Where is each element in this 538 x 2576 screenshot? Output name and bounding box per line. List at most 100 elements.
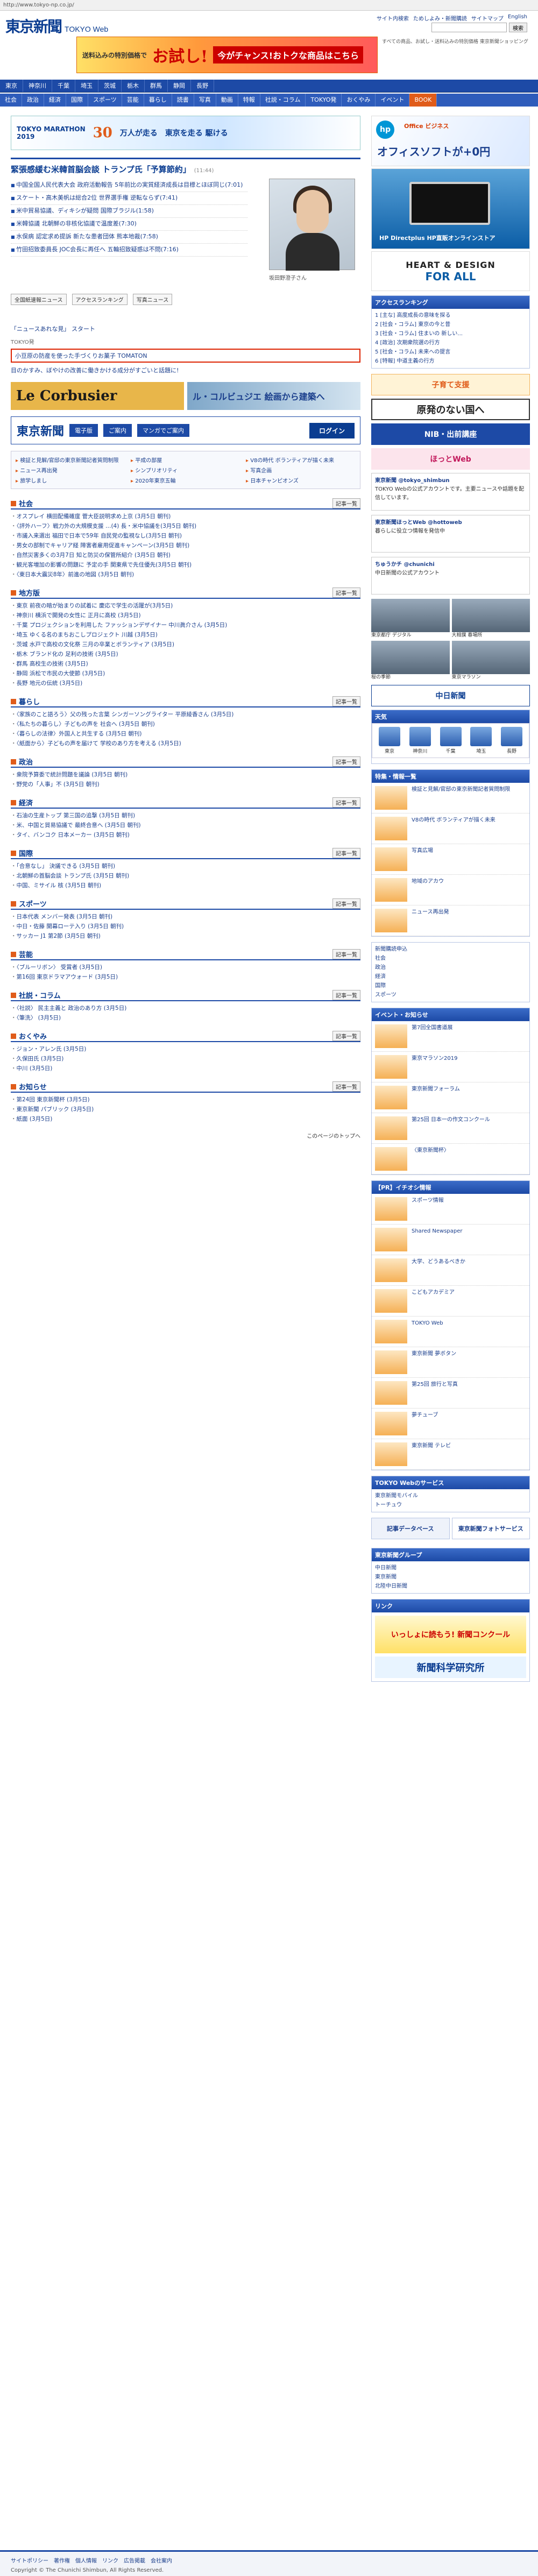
special-link[interactable]: 検証と見解/官邸の東京新聞記者質問制限 (16, 456, 125, 464)
service-link[interactable]: 東京新聞モバイル (375, 1491, 526, 1501)
service-item[interactable]: V8の時代 ボランティアが描く未来 (372, 813, 529, 844)
local-link[interactable]: 政治 (375, 963, 526, 972)
manga-guide-button[interactable]: マンガでご案内 (137, 424, 190, 437)
more-button[interactable]: 記事一覧 (332, 756, 360, 767)
nav-item[interactable]: 写真 (194, 94, 216, 107)
photo-tile[interactable]: 東京マラソン (451, 641, 530, 681)
weather-city[interactable]: 埼玉 (467, 727, 495, 754)
service-item[interactable]: 東京新聞 夢ボタン (372, 1347, 529, 1378)
service-item[interactable]: ニュース再出発 (372, 905, 529, 936)
photo-tile[interactable]: 東京都庁 デジタル (371, 599, 450, 639)
article-link[interactable]: 中国、ミサイル 核 (3月5日 朝刊) (11, 881, 360, 890)
article-link[interactable]: 市議入来選出 福田で日本で59年 自民党の監視なし(3月5日 朝刊) (11, 531, 360, 541)
marathon-banner[interactable]: TOKYO MARATHON 2019 30 万人が走る 東京を走る 駆ける (11, 116, 360, 150)
more-button[interactable]: 記事一覧 (332, 847, 360, 858)
service-item[interactable]: 地域のアカウ (372, 875, 529, 905)
article-link[interactable]: 〈紙面から〉子どもの声を届けて 学校のあり方を考える (3月5日) (11, 739, 360, 748)
ranking-item[interactable]: 3 [社会・コラム] 住まいの 新しい... (375, 329, 526, 338)
footer-link[interactable]: 会社案内 (151, 2556, 172, 2564)
article-link[interactable]: 埼玉 ゆくる名のまちおこしプロジェクト 川越 (3月5日) (11, 630, 360, 640)
nib-banner[interactable]: NIB・出前講座 (371, 423, 530, 445)
nav-item[interactable]: TOKYO発 (306, 94, 342, 107)
heart-design-ad[interactable]: HEART & DESIGN FOR ALL (371, 251, 530, 291)
nav-item[interactable]: 長野 (191, 80, 214, 92)
ranking-item[interactable]: 6 [特報] 中道主義の行方 (375, 357, 526, 366)
local-link[interactable]: 新聞購読申込 (375, 945, 526, 954)
article-link[interactable]: 長野 地元の伝統 (3月5日) (11, 678, 360, 688)
article-link[interactable]: サッカー J1 第2節 (3月5日 朝刊) (11, 931, 360, 941)
service-item[interactable]: 第25回 旅行と写真 (372, 1378, 529, 1409)
article-link[interactable]: 千葉 プロジェクションを利用した ファッションデザイナー 中川眞介さん (3月5… (11, 620, 360, 630)
top-link[interactable]: ためしよみ・新聞購読 (413, 14, 467, 22)
weather-city[interactable]: 神奈川 (406, 727, 434, 754)
nav-item[interactable]: 経済 (44, 94, 66, 107)
nav-item[interactable]: おくやみ (342, 94, 376, 107)
service-item[interactable]: スポーツ情報 (372, 1194, 529, 1225)
article-link[interactable]: 中日・佐藤 開幕ローテ入り (3月5日 朝刊) (11, 922, 360, 931)
nav-item[interactable]: 群馬 (145, 80, 168, 92)
article-link[interactable]: 茨城 水戸で高校の文化祭 三月の卒業とボランティア (3月5日) (11, 640, 360, 649)
photo-news-button[interactable]: 写真ニュース (132, 294, 173, 305)
lecorbusier-banner[interactable]: Le Corbusier ル・コルビュジエ 絵画から建築へ (11, 382, 360, 410)
local-link[interactable]: スポーツ (375, 990, 526, 1000)
article-link[interactable]: 〈暮らしの法律〉外国人と共生する (3月5日 朝刊) (11, 729, 360, 739)
search-button[interactable]: 検索 (509, 23, 527, 32)
section-title[interactable]: 社説・コラム (11, 990, 61, 1000)
footer-link[interactable]: サイトポリシー (11, 2556, 48, 2564)
more-button[interactable]: 記事一覧 (332, 1081, 360, 1092)
service-item[interactable]: 東京マラソン2019 (372, 1052, 529, 1082)
service-item[interactable]: 〈東京新聞杯〉 (372, 1144, 529, 1174)
service-item[interactable]: 第25回 日本一の作文コンクール (372, 1113, 529, 1144)
service-link[interactable]: トーチュウ (375, 1501, 526, 1510)
section-title[interactable]: 暮らし (11, 696, 40, 706)
more-button[interactable]: 記事一覧 (332, 797, 360, 808)
article-link[interactable]: 〈私たちの暮らし〉子どもの声を 社会へ (3月5日 朝刊) (11, 719, 360, 729)
nav-item[interactable]: 暮らし (144, 94, 172, 107)
article-link[interactable]: 男女の部制でキャリア経 障害者雇用促進キャンペーン(3月5日 朝刊) (11, 541, 360, 550)
service-item[interactable]: 写真広場 (372, 844, 529, 875)
weather-city[interactable]: 長野 (498, 727, 526, 754)
ranking-item[interactable]: 2 [社会・コラム] 東京の今と昔 (375, 320, 526, 329)
more-button[interactable]: 記事一覧 (332, 587, 360, 598)
local-link[interactable]: 経済 (375, 972, 526, 981)
service-item[interactable]: 東京新聞 テレビ (372, 1439, 529, 1470)
top-link[interactable]: English (508, 14, 527, 22)
search-input[interactable] (431, 23, 507, 32)
article-link[interactable]: オスプレイ 横田配備確度 菅大臣説明求め上京 (3月5日 朝刊) (11, 512, 360, 521)
more-button[interactable]: 記事一覧 (332, 989, 360, 1000)
more-button[interactable]: 記事一覧 (332, 898, 360, 909)
section-title[interactable]: 政治 (11, 756, 33, 767)
footer-link[interactable]: 個人情報 (75, 2556, 97, 2564)
article-link[interactable]: 自然災害多くの3月7日 知と防災の保管所紹介 (3月5日 朝刊) (11, 550, 360, 560)
ranking-item[interactable]: 4 [政治] 次期衆院選の行方 (375, 338, 526, 348)
article-link[interactable]: 神奈川 横浜で開発の女性に 正月に高校 (3月5日) (11, 611, 360, 620)
top-ad-banner[interactable]: 送料込みの特別価格で お試し! 今がチャンス!おトクな商品はこちら (76, 37, 378, 73)
special-link[interactable]: V8の時代 ボランティアが描く未来 (246, 456, 356, 464)
article-link[interactable]: 米、中国と貿易協議で 最終合意へ (3月5日 朝刊) (11, 820, 360, 830)
site-logo[interactable]: 東京新聞 TOKYO Web (5, 15, 108, 37)
ranking-item[interactable]: 1 [主な] 高度成長の意味を探る (375, 311, 526, 320)
article-link[interactable]: 栃木 ブランド化の 足利の技術 (3月5日) (11, 649, 360, 659)
special-link[interactable]: 日本チャンピオンズ (246, 476, 356, 484)
nav-item[interactable]: スポーツ (88, 94, 122, 107)
article-link[interactable]: 第16回 東京ドラマアウォード (3月5日) (11, 972, 360, 982)
feature-link[interactable]: 目のかすみ、ぼやけの改善に働きかける成分がすごいと話題に! (11, 366, 360, 376)
article-link[interactable]: 日本代表 メンバー発表 (3月5日 朝刊) (11, 912, 360, 922)
news-item[interactable]: スケート・高木美帆は総合2位 世界選手権 逆転ならず(7:41) (11, 192, 247, 205)
special-link[interactable]: 旅学しまし (16, 476, 125, 484)
weather-city[interactable]: 千葉 (437, 727, 465, 754)
section-title[interactable]: 経済 (11, 797, 33, 808)
nav-item[interactable]: 読書 (172, 94, 194, 107)
footer-link[interactable]: 広告掲載 (124, 2556, 145, 2564)
nav-item[interactable]: BOOK (409, 94, 437, 107)
article-link[interactable]: 〈ブルーリボン〉 受賞者 (3月5日) (11, 963, 360, 972)
article-link[interactable]: 群馬 高校生の技術 (3月5日) (11, 659, 360, 669)
nav-item[interactable]: 神奈川 (23, 80, 52, 92)
genpatsu-banner[interactable]: 原発のない国へ (371, 399, 530, 420)
article-link[interactable]: 〈東日本大震災8年〉前進の地図 (3月5日 朝刊) (11, 570, 360, 579)
nav-item[interactable]: 栃木 (122, 80, 145, 92)
service-item[interactable]: こどもアカデミア (372, 1286, 529, 1317)
article-link[interactable]: 石油の生産トップ 第三国の追撃 (3月5日 朝刊) (11, 811, 360, 820)
feature-link[interactable]: 「ニュースあれな見」 スタート (11, 324, 360, 334)
article-link[interactable]: 〈社説〉 民主主義と 政治のあり方 (3月5日) (11, 1003, 360, 1013)
